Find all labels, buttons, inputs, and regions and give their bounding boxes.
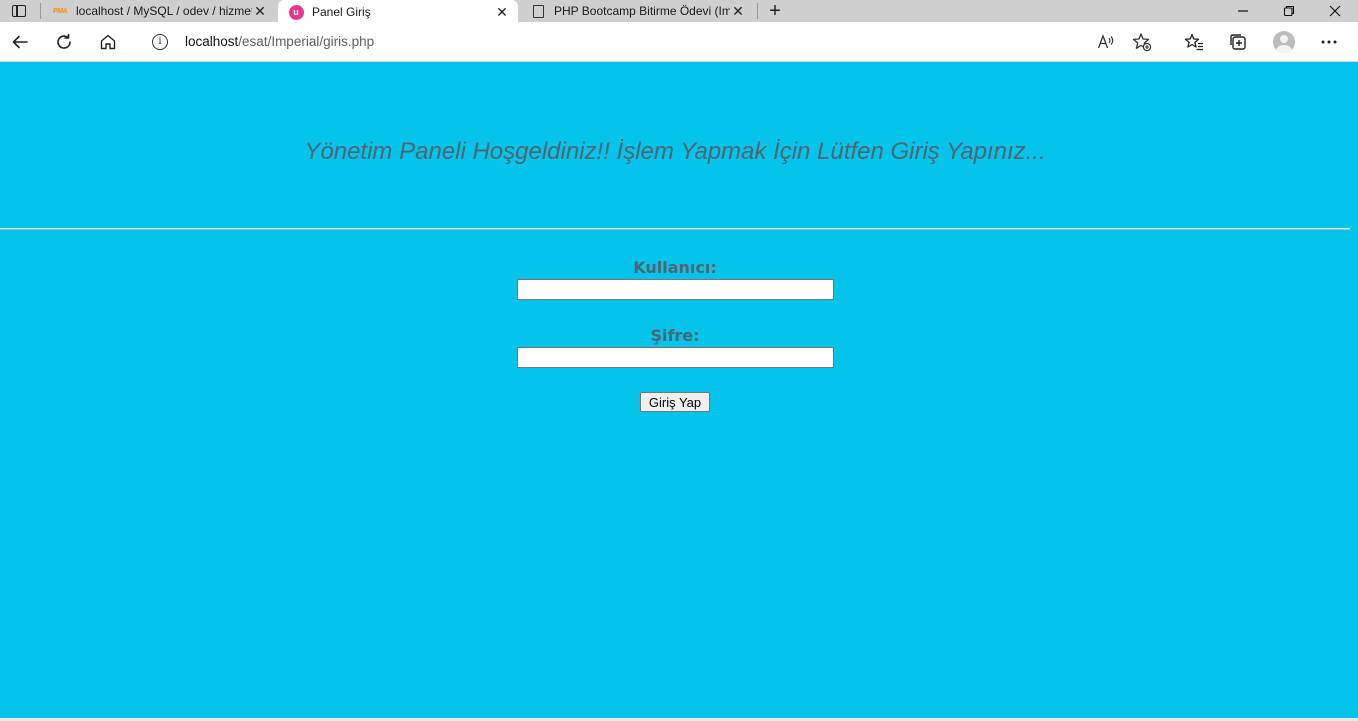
browser-toolbar: i localhost/esat/Imperial/giris.php	[0, 22, 1358, 62]
horizontal-rule	[0, 228, 1350, 230]
new-tab-icon[interactable]: +	[764, 0, 786, 22]
collections-icon[interactable]	[1222, 26, 1254, 58]
tab-separator	[40, 3, 41, 19]
tab-panel-giris[interactable]: u Panel Giriş ✕	[278, 0, 518, 24]
page-heading: Yönetim Paneli Hoşgeldiniz!! İşlem Yapma…	[304, 138, 1046, 165]
tab-strip: PMA localhost / MySQL / odev / hizmetler…	[0, 0, 1358, 24]
minimize-icon[interactable]	[1220, 0, 1266, 22]
login-button[interactable]: Giriş Yap	[640, 392, 710, 412]
tab-title: PHP Bootcamp Bitirme Ödevi (Imperial)	[554, 4, 730, 18]
panel-app-icon: u	[288, 4, 304, 20]
username-input[interactable]	[516, 279, 834, 300]
tab-title: Panel Giriş	[312, 5, 371, 19]
refresh-icon[interactable]	[48, 26, 80, 58]
document-icon	[530, 3, 546, 19]
username-label: Kullanıcı:	[633, 258, 717, 277]
close-tab-icon[interactable]: ✕	[494, 4, 510, 20]
url-text[interactable]: localhost/esat/Imperial/giris.php	[185, 34, 374, 49]
profile-avatar-icon[interactable]	[1268, 26, 1300, 58]
back-icon[interactable]	[4, 26, 36, 58]
tab-title: localhost / MySQL / odev / hizmetler	[76, 4, 252, 18]
more-options-icon[interactable]	[1313, 26, 1345, 58]
password-input[interactable]	[516, 347, 834, 368]
tab-phpmyadmin[interactable]: PMA localhost / MySQL / odev / hizmetler…	[42, 0, 276, 22]
password-label: Şifre:	[650, 326, 700, 345]
close-tab-icon[interactable]: ✕	[730, 3, 746, 19]
address-bar[interactable]: i localhost/esat/Imperial/giris.php	[136, 26, 1166, 58]
read-aloud-icon[interactable]	[1096, 32, 1116, 52]
add-favorite-icon[interactable]	[1132, 32, 1152, 52]
page-viewport: Yönetim Paneli Hoşgeldiniz!! İşlem Yapma…	[0, 62, 1358, 721]
home-icon[interactable]	[92, 26, 124, 58]
restore-icon[interactable]	[1266, 0, 1312, 22]
close-tab-icon[interactable]: ✕	[252, 3, 268, 19]
tab-bootcamp[interactable]: PHP Bootcamp Bitirme Ödevi (Imperial) ✕	[520, 0, 754, 22]
favorites-icon[interactable]	[1178, 26, 1210, 58]
close-window-icon[interactable]	[1312, 0, 1358, 22]
tab-actions-icon[interactable]	[0, 0, 38, 22]
phpmyadmin-icon: PMA	[52, 7, 68, 15]
site-info-icon[interactable]: i	[152, 34, 168, 50]
login-form: Kullanıcı: Şifre: Giriş Yap	[0, 258, 1350, 412]
tab-separator	[757, 3, 758, 19]
